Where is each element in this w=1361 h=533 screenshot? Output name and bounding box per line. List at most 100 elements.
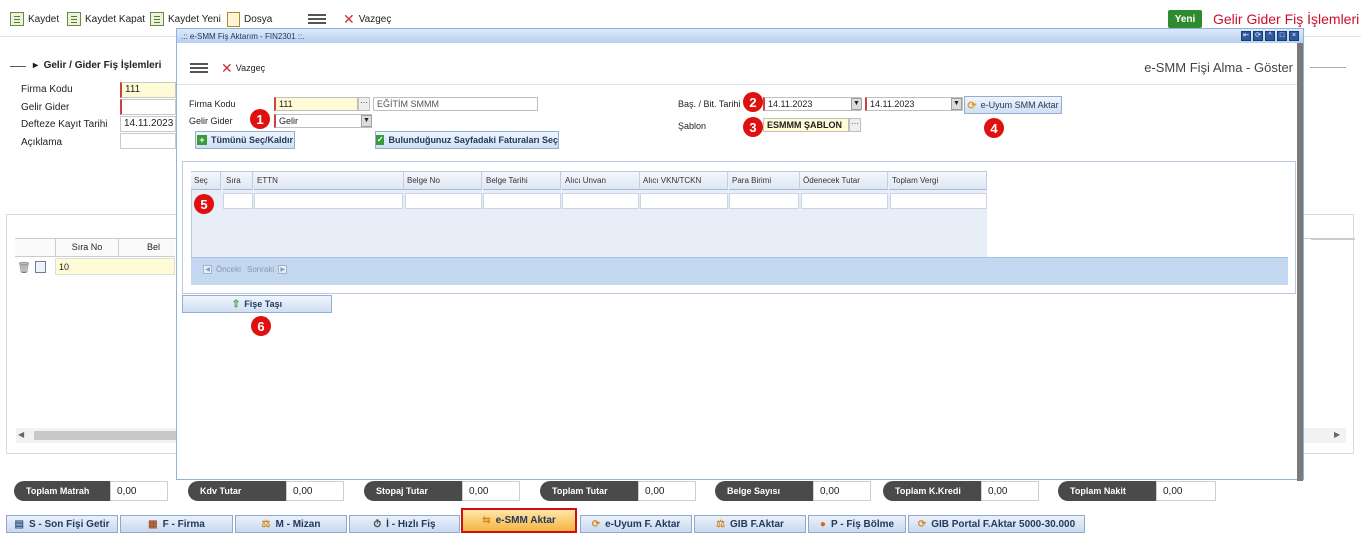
grid-header-belge-no[interactable]: Belge No	[404, 172, 482, 190]
bas-bit-label: Baş. / Bit. Tarihi	[678, 99, 741, 109]
sablon-input[interactable]: ESMMM ŞABLON	[763, 118, 849, 132]
modal-scrollbar[interactable]	[1297, 43, 1303, 481]
breadcrumb-arrow-icon: ▸	[33, 60, 44, 71]
kaydet-yeni-label: Kaydet Yeni	[168, 13, 221, 25]
tab-esmm-aktar[interactable]: ⇆ e-SMM Aktar	[461, 508, 577, 533]
grid-header-belge-tarihi[interactable]: Belge Tarihi	[483, 172, 561, 190]
bit-tarih-dropdown-icon[interactable]: ▼	[951, 98, 962, 110]
modal-titlebar[interactable]: .:: e-SMM Fiş Aktarım - FIN2301 ::. ⇤ ⟳ …	[177, 29, 1303, 43]
bas-tarih-input[interactable]: 14.11.2023	[763, 97, 861, 111]
kaydet-button[interactable]: Kaydet	[10, 10, 59, 28]
bg-grid-row-sira[interactable]: 10	[55, 258, 175, 275]
maximize-icon[interactable]: □	[1277, 31, 1287, 41]
filter-odenecek-tutar[interactable]	[801, 193, 888, 209]
edit-icon[interactable]	[35, 261, 46, 273]
grid-header-alici-vkn[interactable]: Alıcı VKN/TCKN	[640, 172, 728, 190]
total-label-6: Toplam Nakit	[1058, 481, 1156, 501]
gelir-gider-select[interactable]: Gelir	[274, 114, 372, 128]
tab-son-fisi-getir[interactable]: ▤ S - Son Fişi Getir	[6, 515, 118, 533]
filter-belge-no[interactable]	[405, 193, 482, 209]
filter-toplam-vergi[interactable]	[890, 193, 987, 209]
total-label-1: Kdv Tutar	[188, 481, 286, 501]
total-value-6: 0,00	[1156, 481, 1216, 501]
chevron-right-icon: ▶	[278, 265, 288, 274]
save-new-icon	[150, 12, 164, 26]
bg-aciklama-input[interactable]	[120, 133, 176, 149]
bg-gelir-gider-select[interactable]	[120, 99, 176, 115]
menu-button[interactable]	[308, 10, 326, 28]
grid-header-ettn[interactable]: ETTN	[254, 172, 404, 190]
modal-vazgec-button[interactable]: ✕ Vazgeç	[221, 61, 265, 75]
kaydet-yeni-button[interactable]: Kaydet Yeni	[150, 10, 221, 28]
minimize-icon[interactable]: ^	[1265, 31, 1275, 41]
marker-4: 4	[984, 118, 1004, 138]
grid-header-odenecek-tutar[interactable]: Ödenecek Tutar	[800, 172, 888, 190]
trash-icon[interactable]: 🗑	[17, 261, 31, 274]
grid-header-sira[interactable]: Sıra	[223, 172, 253, 190]
chevron-down-icon[interactable]: ▼	[361, 115, 372, 127]
tab-mizan[interactable]: ⚖ M - Mizan	[235, 515, 347, 533]
sonraki-button[interactable]: Sonraki ▶	[247, 265, 288, 274]
total-value-2: 0,00	[462, 481, 520, 501]
tab-label: S - Son Fişi Getir	[28, 518, 110, 530]
filter-belge-tarihi[interactable]	[483, 193, 561, 209]
modal-title: .:: e-SMM Fiş Aktarım - FIN2301 ::.	[181, 31, 305, 41]
scroll-thumb[interactable]	[34, 431, 192, 440]
scale-icon: ⚖	[261, 518, 271, 530]
tab-hizli-fis[interactable]: ⏱ İ - Hızlı Fiş	[349, 515, 460, 533]
total-label-5: Toplam K.Kredi	[883, 481, 981, 501]
marker-1: 1	[250, 109, 270, 129]
filter-alici-unvan[interactable]	[562, 193, 639, 209]
filter-alici-vkn[interactable]	[640, 193, 728, 209]
sablon-lookup-icon[interactable]: ···	[849, 118, 861, 132]
firma-lookup-icon[interactable]: ···	[358, 97, 370, 111]
onceki-button[interactable]: ◀ Önceki	[203, 265, 241, 274]
scroll-right-icon[interactable]: ▶	[1334, 430, 1340, 439]
save-close-icon	[67, 12, 81, 26]
filter-ettn[interactable]	[254, 193, 403, 209]
total-value-3: 0,00	[638, 481, 696, 501]
grid-header-toplam-vergi[interactable]: Toplam Vergi	[889, 172, 987, 190]
fise-tasi-button[interactable]: ⇧ Fişe Taşı	[182, 295, 332, 313]
tab-gib-portal[interactable]: ⟳ GIB Portal F.Aktar 5000-30.000	[908, 515, 1085, 533]
yeni-button[interactable]: Yeni	[1168, 10, 1202, 28]
grid-header-para-birimi[interactable]: Para Birimi	[729, 172, 800, 190]
grid-header-sec[interactable]: Seç	[191, 172, 221, 190]
tumunu-sec-label: Tümünü Seç/Kaldır	[210, 135, 293, 145]
tab-gib-f-aktar[interactable]: ⚖ GIB F.Aktar	[694, 515, 806, 533]
bg-gelir-gider-label: Gelir Gider	[21, 102, 70, 113]
tab-euyum-f-aktar[interactable]: ⟳ e-Uyum F. Aktar	[580, 515, 692, 533]
bulundugunuz-sec-button[interactable]: ✓ Bulunduğunuz Sayfadaki Faturaları Seç	[375, 131, 559, 149]
vazgec-button[interactable]: ✕ Vazgeç	[343, 10, 391, 28]
check-icon: ✓	[376, 135, 385, 145]
breadcrumb-line-right	[1310, 67, 1346, 68]
euyum-smm-aktar-button[interactable]: ⟳ e-Uyum SMM Aktar	[964, 96, 1062, 114]
grid-header-alici-unvan[interactable]: Alıcı Unvan	[562, 172, 640, 190]
euyum-smm-aktar-label: e-Uyum SMM Aktar	[980, 100, 1059, 110]
modal-menu-button[interactable]	[190, 63, 208, 76]
pin-icon[interactable]: ⇤	[1241, 31, 1251, 41]
breadcrumb-line	[10, 66, 26, 67]
esmm-modal: .:: e-SMM Fiş Aktarım - FIN2301 ::. ⇤ ⟳ …	[176, 28, 1304, 481]
kaydet-kapat-button[interactable]: Kaydet Kapat	[67, 10, 145, 28]
dosya-label: Dosya	[244, 13, 273, 25]
tab-fis-bolme[interactable]: ● P - Fiş Bölme	[808, 515, 906, 533]
factory-icon: ▦	[148, 518, 158, 530]
close-window-icon[interactable]: ×	[1289, 31, 1299, 41]
tumunu-sec-button[interactable]: + Tümünü Seç/Kaldır	[195, 131, 295, 149]
scroll-left-icon[interactable]: ◀	[18, 430, 24, 439]
filter-sira[interactable]	[223, 193, 253, 209]
bit-tarih-input[interactable]: 14.11.2023	[865, 97, 963, 111]
refresh-icon[interactable]: ⟳	[1253, 31, 1263, 41]
filter-para-birimi[interactable]	[729, 193, 799, 209]
tab-firma[interactable]: ▦ F - Firma	[120, 515, 233, 533]
save-icon	[10, 12, 24, 26]
marker-6: 6	[251, 316, 271, 336]
hamburger-icon	[190, 63, 208, 73]
bas-tarih-dropdown-icon[interactable]: ▼	[851, 98, 862, 110]
close-icon: ✕	[343, 11, 355, 27]
firma-kodu-input[interactable]: 111	[274, 97, 358, 111]
bg-defter-input[interactable]: 14.11.2023	[120, 116, 176, 132]
dosya-button[interactable]: Dosya	[227, 10, 272, 28]
bg-firma-kodu-input[interactable]: 111	[120, 82, 176, 98]
